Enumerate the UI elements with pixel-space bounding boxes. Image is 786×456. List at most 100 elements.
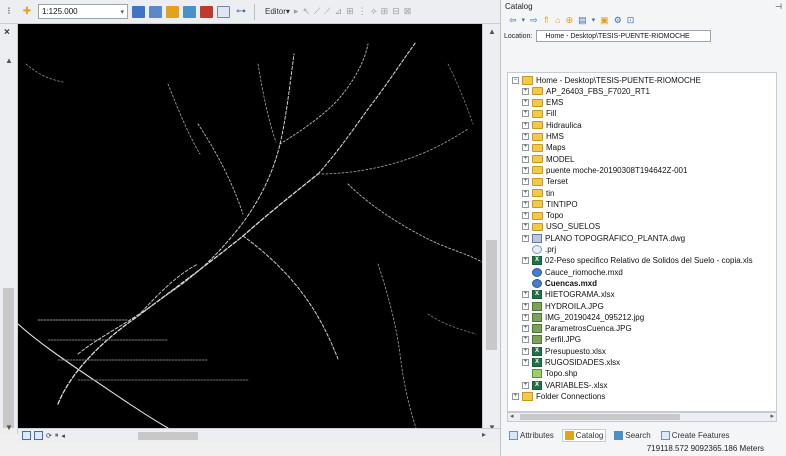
expand-icon[interactable]: + xyxy=(522,223,529,231)
home-icon[interactable]: ⌂ xyxy=(555,15,560,25)
connect-folder-icon[interactable]: ⊕ xyxy=(566,15,574,26)
expand-icon[interactable]: + xyxy=(522,347,529,355)
show-folder-icon[interactable]: ▣ xyxy=(600,15,609,26)
refresh-catalog-icon[interactable]: ⊡ xyxy=(627,15,635,26)
tree-item[interactable]: + Maps xyxy=(522,143,566,153)
tree-item[interactable]: + tin xyxy=(522,188,554,198)
tab-create-features[interactable]: Create Features xyxy=(659,429,732,442)
expand-icon[interactable]: + xyxy=(512,392,519,400)
tree-item[interactable]: Topo.shp xyxy=(522,369,577,379)
python-window-icon[interactable] xyxy=(217,5,230,18)
tab-catalog[interactable]: Catalog xyxy=(561,428,607,442)
expand-icon[interactable]: + xyxy=(522,166,529,174)
tree-item[interactable]: − Home - Desktop\TESIS-PUENTE-RIOMOCHE xyxy=(512,75,701,85)
refresh-icon[interactable]: ⟳ xyxy=(46,432,52,440)
expand-icon[interactable]: + xyxy=(522,212,529,220)
catalog-window-icon[interactable] xyxy=(166,5,179,18)
tree-item[interactable]: + HYDROILA.JPG xyxy=(522,301,604,311)
map-scale-dropdown[interactable]: 1:125.000 ▾ xyxy=(38,4,128,19)
expand-icon[interactable]: + xyxy=(522,87,529,95)
tab-search[interactable]: Search xyxy=(612,429,652,442)
expand-icon[interactable]: + xyxy=(522,302,529,310)
scroll-up-icon[interactable]: ▲ xyxy=(5,56,13,65)
toggle-contents-icon[interactable]: ▤ xyxy=(578,15,587,26)
model-builder-icon[interactable]: ⊶ xyxy=(234,5,248,19)
location-field[interactable]: Home - Desktop\TESIS-PUENTE-RIOMOCHE xyxy=(536,30,712,42)
horizontal-scrollbar-thumb[interactable] xyxy=(520,414,680,420)
folder-icon xyxy=(532,189,543,197)
tree-item[interactable]: .prj xyxy=(522,245,556,255)
tree-item[interactable]: + HMS xyxy=(522,132,564,142)
up-one-level-icon[interactable]: ⇑ xyxy=(543,15,551,26)
expand-icon[interactable]: + xyxy=(522,144,529,152)
expand-icon[interactable]: + xyxy=(522,381,529,389)
close-icon[interactable]: × xyxy=(4,27,10,38)
tree-item[interactable]: + Folder Connections xyxy=(512,391,605,401)
scroll-left-icon[interactable]: ◂ xyxy=(61,432,65,440)
tree-item[interactable]: + PLANO TOPOGRÁFICO_PLANTA.dwg xyxy=(522,233,685,243)
horizontal-scrollbar-thumb[interactable] xyxy=(138,432,198,440)
tree-item[interactable]: + ParametrosCuenca.JPG xyxy=(522,324,632,334)
expand-icon[interactable]: + xyxy=(522,336,529,344)
dropdown-icon[interactable]: ▾ xyxy=(522,16,526,24)
editor-menu[interactable]: Editor▾ xyxy=(265,7,290,16)
expand-icon[interactable]: + xyxy=(522,121,529,129)
expand-icon[interactable]: + xyxy=(522,359,529,366)
scroll-right-icon[interactable]: ▸ xyxy=(770,412,774,420)
tree-item[interactable]: + X 02-Peso specifico Relativo de Solidos … xyxy=(522,256,753,266)
scroll-down-icon[interactable]: ▼ xyxy=(5,423,13,432)
layout-view-icon[interactable] xyxy=(34,431,43,440)
expand-icon[interactable]: + xyxy=(522,257,529,265)
tree-item[interactable]: + Topo xyxy=(522,211,563,221)
editor-toolbar-icon[interactable] xyxy=(132,5,145,18)
expand-icon[interactable]: + xyxy=(522,178,529,186)
vertical-scrollbar-thumb[interactable] xyxy=(3,288,14,428)
tree-item[interactable]: + Terset xyxy=(522,177,568,187)
tree-item[interactable]: + Hidraulica xyxy=(522,120,582,130)
split-tool-icon: ⊞ xyxy=(346,6,354,16)
tree-item[interactable]: + X Presupuesto.xlsx xyxy=(522,346,606,356)
expand-icon[interactable]: + xyxy=(522,200,529,208)
collapse-icon[interactable]: − xyxy=(512,76,519,84)
scroll-right-icon[interactable]: ▸ xyxy=(482,430,486,439)
expand-icon[interactable]: + xyxy=(522,133,529,140)
data-view-icon[interactable] xyxy=(22,431,31,440)
tree-item[interactable]: Cuencas.mxd xyxy=(522,278,597,288)
forward-icon[interactable]: ⇨ xyxy=(530,15,538,26)
tree-item[interactable]: + puente moche-20190308T194642Z-001 xyxy=(522,165,687,175)
tree-item[interactable]: + X VARIABLES-.xlsx xyxy=(522,380,608,390)
expand-icon[interactable]: + xyxy=(522,155,529,163)
expand-icon[interactable]: + xyxy=(522,234,529,242)
tree-item[interactable]: + X RUGOSIDADES.xlsx xyxy=(522,358,620,368)
tree-item[interactable]: + Fill xyxy=(522,109,556,119)
vertical-scrollbar-thumb[interactable] xyxy=(486,240,497,350)
add-data-button[interactable]: ✚ xyxy=(20,5,34,19)
map-display-canvas[interactable] xyxy=(18,24,482,428)
expand-icon[interactable]: + xyxy=(522,313,529,321)
pin-icon[interactable]: ⊣ xyxy=(775,2,782,11)
tree-item[interactable]: + X HIETOGRAMA.xlsx xyxy=(522,290,615,300)
tab-attributes[interactable]: Attributes xyxy=(507,429,556,442)
tree-item[interactable]: Cauce_riomoche.mxd xyxy=(522,267,623,277)
expand-icon[interactable]: + xyxy=(522,189,529,197)
tree-item[interactable]: + AP_26403_FBS_F7020_RT1 xyxy=(522,86,650,96)
tree-item[interactable]: + MODEL xyxy=(522,154,574,164)
search-window-icon[interactable] xyxy=(183,5,196,18)
scroll-up-icon[interactable]: ▲ xyxy=(488,27,496,36)
view-options-icon[interactable]: ▾ xyxy=(592,16,596,24)
pause-drawing-icon[interactable]: ⏸ xyxy=(55,432,59,440)
tree-item[interactable]: + EMS xyxy=(522,98,563,108)
tree-item[interactable]: + Perfil.JPG xyxy=(522,335,581,345)
table-of-contents-icon[interactable] xyxy=(149,5,162,18)
scroll-left-icon[interactable]: ◂ xyxy=(510,412,514,420)
options-icon[interactable]: ⚙ xyxy=(614,15,622,26)
expand-icon[interactable]: + xyxy=(522,325,529,333)
expand-icon[interactable]: + xyxy=(522,291,529,299)
back-icon[interactable]: ⇦ xyxy=(509,15,517,26)
arctoolbox-icon[interactable] xyxy=(200,5,213,18)
expand-icon[interactable]: + xyxy=(522,99,529,107)
tree-item[interactable]: + TINTIPO xyxy=(522,199,578,209)
tree-item[interactable]: + IMG_20190424_095212.jpg xyxy=(522,312,644,322)
tree-item[interactable]: + USO_SUELOS xyxy=(522,222,600,232)
expand-icon[interactable]: + xyxy=(522,110,529,118)
